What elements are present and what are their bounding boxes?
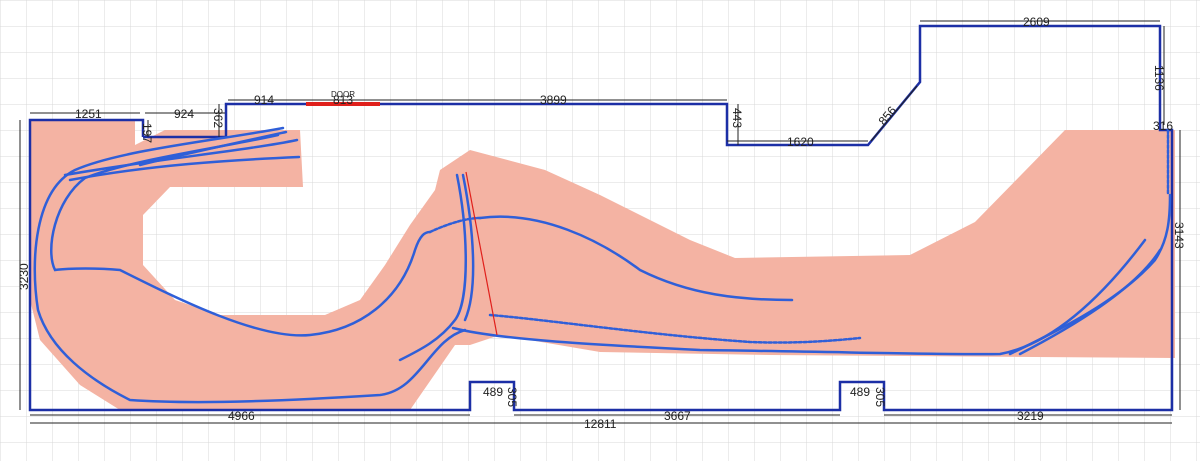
layout-plan-canvas: DOOR 1251 924 197 362 914 813 3899 443 1…: [0, 0, 1200, 461]
dim-bottom-left: 4966: [228, 409, 255, 423]
dim-left-height: 3230: [17, 263, 31, 290]
dim-tower-width: 2609: [1023, 15, 1050, 29]
dim-top-long: 3899: [540, 93, 567, 107]
dim-recess-width: 1620: [787, 135, 814, 149]
dim-tower-height: 1136: [1152, 65, 1166, 91]
dim-post-b-width: 489: [850, 385, 870, 399]
dim-post-a-depth: 305: [505, 387, 519, 407]
dim-door-width: 813: [333, 93, 353, 107]
dim-top-left-width: 1251: [75, 107, 102, 121]
dim-step-height: 362: [211, 108, 225, 128]
dim-recess-depth: 443: [730, 108, 744, 128]
dim-post-a-width: 489: [483, 385, 503, 399]
dim-segment-914: 914: [254, 93, 274, 107]
dim-notch-a-depth: 197: [140, 123, 154, 143]
dim-post-b-depth: 305: [873, 387, 887, 407]
dim-notch-a-width: 924: [174, 107, 194, 121]
dim-right-height: 3143: [1172, 222, 1186, 249]
dim-overall-width: 12811: [584, 417, 617, 431]
dim-bottom-mid: 3667: [664, 409, 691, 423]
layout-plan: DOOR 1251 924 197 362 914 813 3899 443 1…: [0, 0, 1200, 461]
dim-right-offset: 316: [1153, 119, 1173, 133]
dim-bottom-right: 3219: [1017, 409, 1044, 423]
